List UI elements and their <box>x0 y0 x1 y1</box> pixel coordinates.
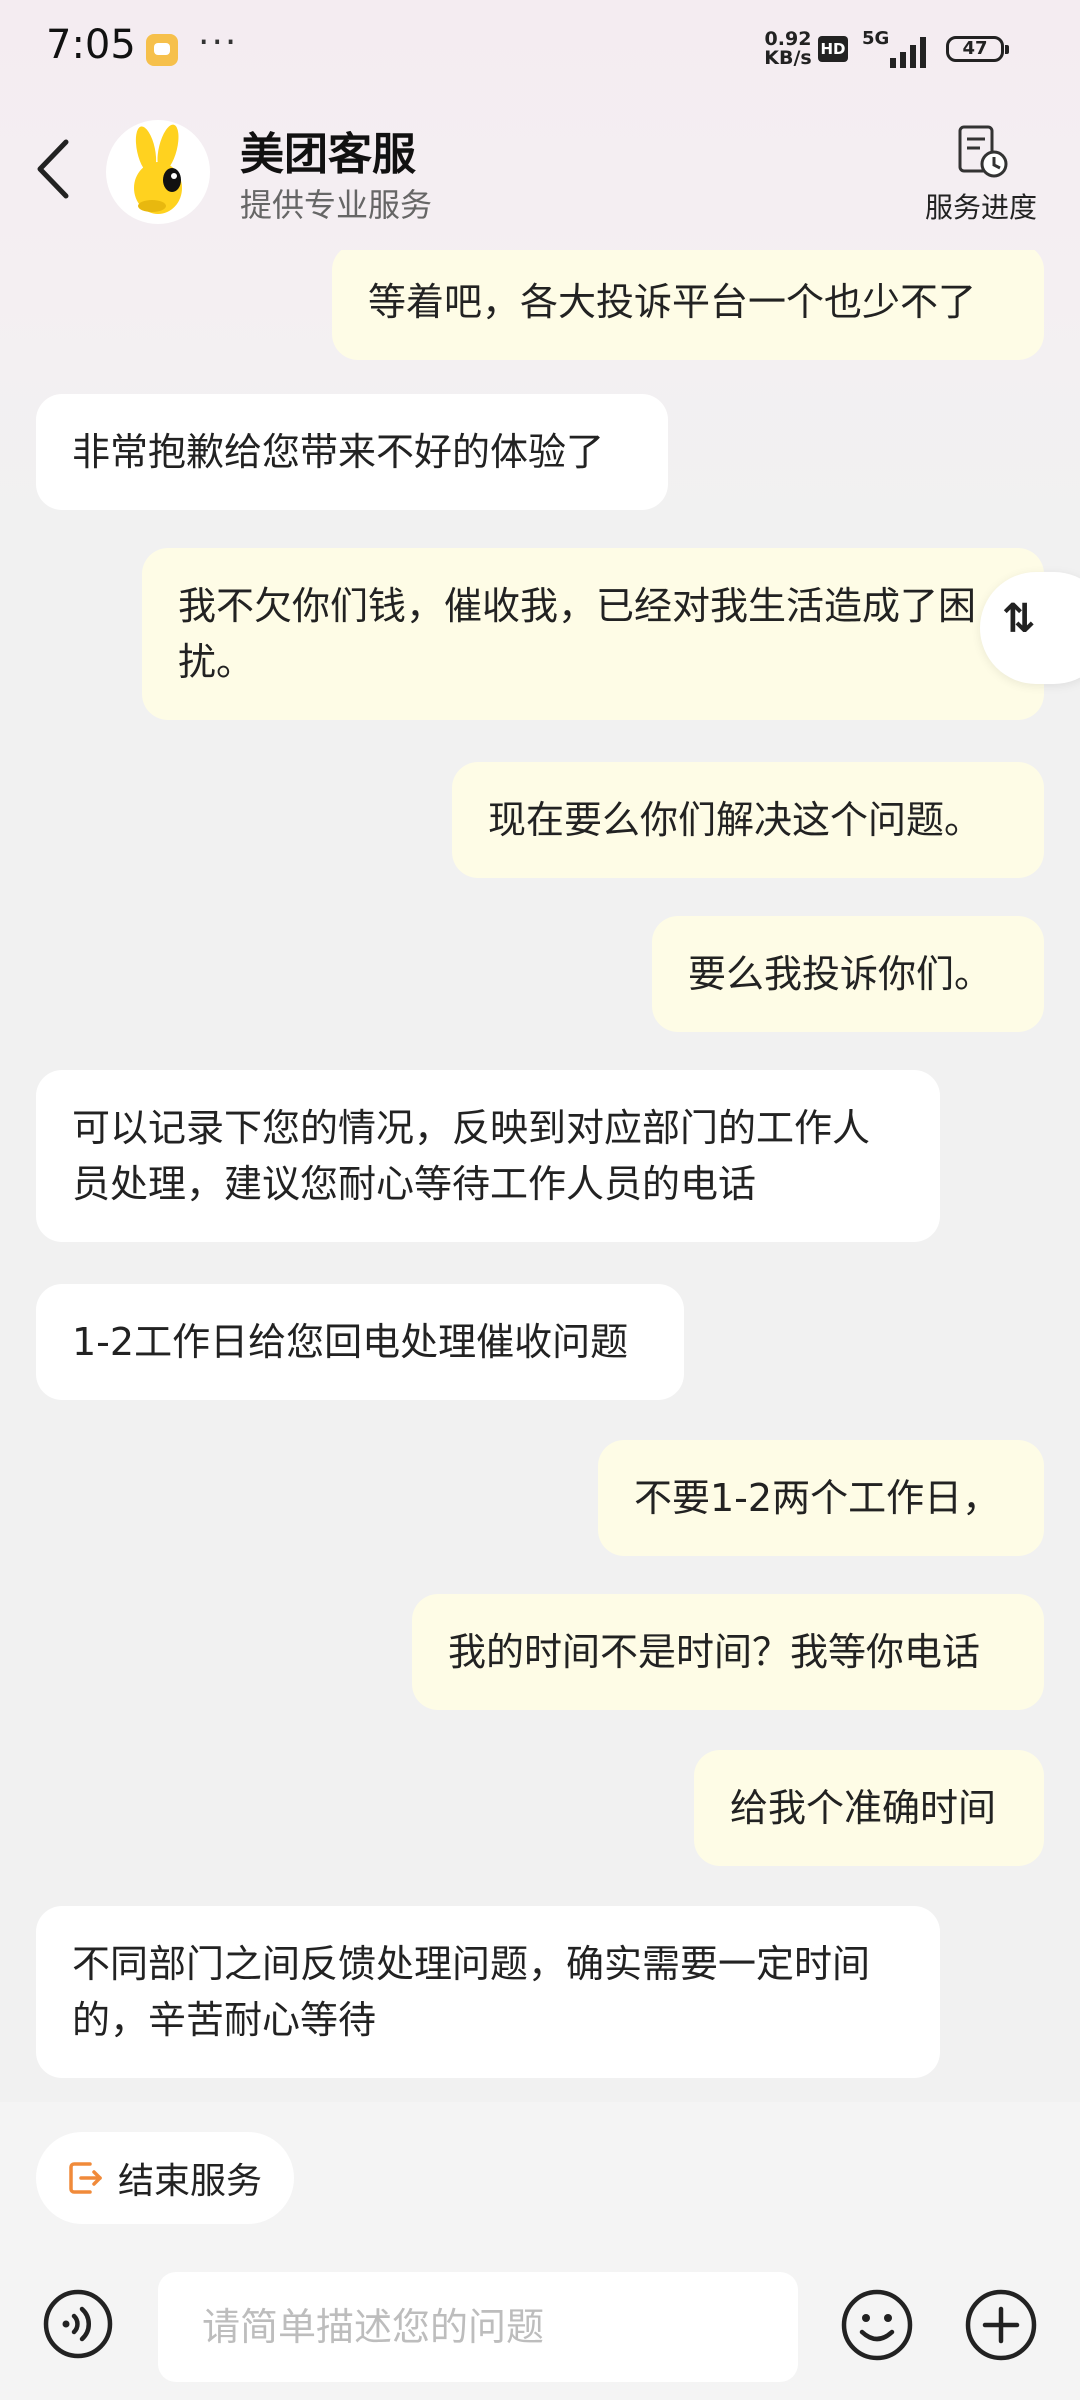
swap-vertical-icon: ⇅ <box>1002 596 1036 642</box>
chat-subtitle: 提供专业服务 <box>240 186 433 224</box>
input-bar: 结束服务 <box>0 2102 1080 2400</box>
end-service-label: 结束服务 <box>118 2161 263 2202</box>
chat-header: 美团客服 提供专业服务 服务进度 <box>0 94 1080 250</box>
agent-message-bubble[interactable]: 1-2工作日给您回电处理催收问题 <box>36 1284 684 1400</box>
scroll-toggle-button[interactable]: ⇅ <box>980 572 1080 684</box>
my-message-bubble[interactable]: 我不欠你们钱，催收我，已经对我生活造成了困扰。 <box>142 548 1044 720</box>
status-time: 7:05 <box>46 22 136 68</box>
plus-icon[interactable] <box>964 2288 1038 2362</box>
service-progress-button[interactable]: 服务进度 <box>910 124 1060 234</box>
my-message-bubble[interactable]: 我的时间不是时间？我等你电话 <box>412 1594 1044 1710</box>
my-message-bubble[interactable]: 不要1-2两个工作日， <box>598 1440 1044 1556</box>
hd-badge: HD <box>818 36 848 62</box>
more-notifications-icon: ··· <box>198 22 239 63</box>
agent-message-bubble[interactable]: 非常抱歉给您带来不好的体验了 <box>36 394 668 510</box>
service-progress-icon <box>958 125 1008 178</box>
agent-message-bubble[interactable]: 不同部门之间反馈处理问题，确实需要一定时间的，辛苦耐心等待 <box>36 1906 940 2078</box>
my-message-bubble[interactable]: 给我个准确时间 <box>694 1750 1044 1866</box>
exit-icon <box>69 2162 102 2194</box>
kangaroo-mascot-icon <box>134 124 182 214</box>
back-arrow-icon[interactable] <box>28 134 78 204</box>
network-speed: 0.92 KB/s <box>762 30 814 68</box>
my-message-bubble[interactable]: 要么我投诉你们。 <box>652 916 1044 1032</box>
battery-icon: 47 <box>946 36 1009 62</box>
agent-message-bubble[interactable]: 可以记录下您的情况，反映到对应部门的工作人员处理，建议您耐心等待工作人员的电话 <box>36 1070 940 1242</box>
network-speed-unit: KB/s <box>764 47 812 69</box>
voice-input-icon[interactable] <box>42 2288 114 2360</box>
my-message-bubble[interactable]: 现在要么你们解决这个问题。 <box>452 762 1044 878</box>
my-message-bubble[interactable]: 等着吧，各大投诉平台一个也少不了 <box>332 250 1044 360</box>
status-bar: 7:05 ··· 0.92 KB/s HD 5G 47 <box>0 0 1080 94</box>
signal-icon <box>890 37 926 68</box>
message-list[interactable]: 等着吧，各大投诉平台一个也少不了 非常抱歉给您带来不好的体验了 我不欠你们钱，催… <box>0 250 1080 2100</box>
avatar[interactable] <box>106 120 210 224</box>
notification-app-icon <box>146 34 178 66</box>
chat-title: 美团客服 <box>240 129 416 180</box>
service-progress-label: 服务进度 <box>924 191 1037 224</box>
message-input[interactable] <box>158 2272 798 2382</box>
end-service-button[interactable]: 结束服务 <box>36 2132 294 2224</box>
emoji-icon[interactable] <box>840 2288 914 2362</box>
